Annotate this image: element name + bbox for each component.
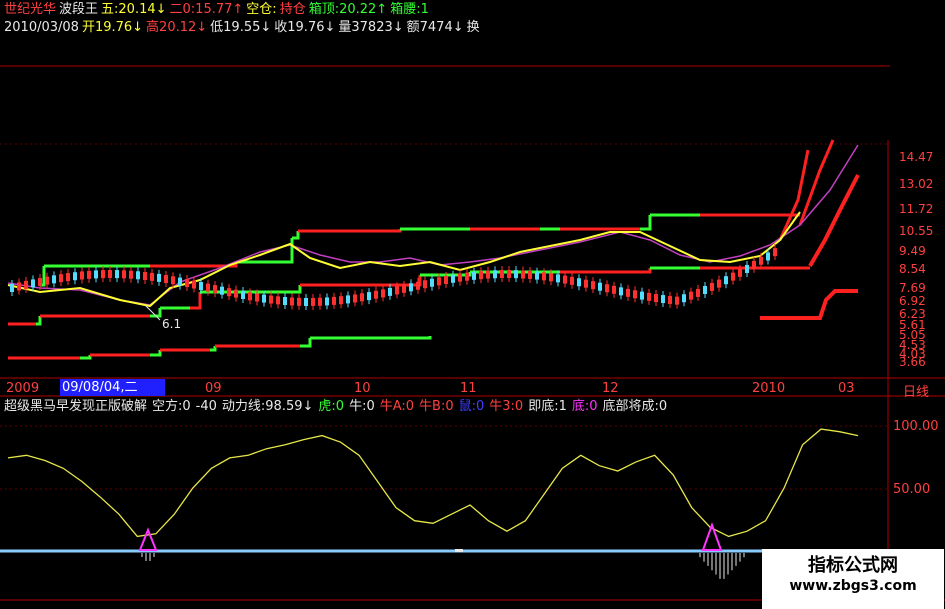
- support-line: [300, 338, 312, 348]
- price-tick: 8.54: [899, 262, 926, 276]
- date-tick: 10: [354, 381, 371, 396]
- indicator-item-10: 即底:1: [528, 399, 567, 414]
- box-bottom-line: [640, 268, 652, 274]
- baseline-dot: [455, 549, 463, 552]
- indicator-item-3: 动力线:98.59↓: [221, 399, 314, 414]
- price-tick: 11.72: [899, 202, 934, 216]
- box-top-line: [298, 229, 402, 233]
- date-tick: 11: [460, 381, 477, 396]
- period-label[interactable]: 日线: [903, 381, 929, 400]
- indicator-item-12: 底部将成:0: [602, 399, 668, 414]
- indicator-item-9: 牛3:0: [489, 399, 524, 414]
- price-tick: 13.02: [899, 177, 934, 191]
- watermark: 指标公式网 www.zbgs3.com: [762, 549, 944, 609]
- header2-item-1: 开19.76↓: [81, 20, 144, 35]
- header1-item-6: 箱顶:20.22↑: [308, 2, 388, 17]
- header1-item-5: 持仓: [279, 2, 306, 17]
- date-tick: 2009: [6, 381, 40, 396]
- header1-item-1: 波段王: [59, 2, 99, 17]
- low-marker-label: 6.1: [162, 317, 182, 331]
- date-tick: 2010: [752, 381, 786, 396]
- chart-canvas: [0, 65, 945, 609]
- right-rising-line-1: [808, 174, 860, 267]
- indicator-item-6: 牛A:0: [379, 399, 415, 414]
- low-marker-pointer: [144, 304, 161, 321]
- price-tick: 10.55: [899, 224, 934, 238]
- header2-item-7: 换: [466, 20, 480, 35]
- indicator-item-5: 牛:0: [349, 399, 375, 414]
- header1-item-0: 世纪光华: [4, 2, 57, 17]
- right-rising-line-3: [798, 139, 835, 226]
- box-bottom-line: [420, 272, 472, 277]
- price-tick: 9.49: [899, 244, 926, 258]
- box-bottom-line: [300, 275, 422, 287]
- price-tick: 3.66: [899, 355, 926, 369]
- header2-item-5: 量37823↓: [338, 20, 404, 35]
- ind-axis-50: 50.00: [893, 482, 931, 497]
- header2-item-4: 收19.76↓: [274, 20, 336, 35]
- date-tick: 12: [602, 381, 619, 396]
- header1-item-7: 箱腰:1: [390, 2, 429, 17]
- indicator-item-0: 超级黑马早发现正版破解: [4, 399, 148, 414]
- support-line: [150, 350, 162, 357]
- header2-item-0: 2010/03/08: [4, 20, 79, 35]
- indicator-item-1: 空方:0: [152, 399, 191, 414]
- indicator-item-8: 鼠:0: [458, 399, 485, 414]
- box-top-line: [292, 231, 300, 240]
- support-line: [210, 346, 217, 352]
- header1-item-2: 五:20.14↓: [101, 2, 167, 17]
- header1-item-4: 空仓:: [246, 2, 277, 17]
- right-rising-line-2: [778, 149, 810, 241]
- date-tick: 09: [205, 381, 222, 396]
- box-bottom-line: [36, 316, 42, 326]
- bottom-marker-1: [138, 527, 158, 551]
- hatch-1: [141, 553, 155, 561]
- header2-item-6: 额7474↓: [406, 20, 464, 35]
- indicator-item-2: -40: [195, 399, 217, 414]
- right-step-line: [760, 289, 858, 320]
- ind-axis-100: 100.00: [893, 419, 939, 434]
- price-tick: 7.69: [899, 281, 926, 295]
- date-tick: 03: [838, 381, 855, 396]
- support-line: [310, 336, 432, 340]
- watermark-title: 指标公式网: [808, 555, 898, 576]
- indicator-row: 超级黑马早发现正版破解 空方:0 -40 动力线:98.59↓ 虎:0 牛:0 牛A:0 牛B…: [4, 399, 672, 415]
- price-tick: 6.92: [899, 294, 926, 308]
- box-bottom-line: [190, 292, 202, 310]
- header2-item-2: 高20.12↓: [146, 20, 208, 35]
- header-row-2: 2010/03/08 开19.76↓ 高20.12↓ 低19.55↓ 收19.76↓ 量3…: [4, 20, 483, 36]
- indicator-item-7: 牛B:0: [419, 399, 454, 414]
- selected-date: 09/08/04,二: [60, 379, 165, 396]
- indicator-item-11: 底:0: [571, 399, 598, 414]
- power-line: [7, 428, 859, 538]
- header-row-1: 世纪光华 波段王 五:20.14↓ 二0:15.77↑ 空仓: 持仓 箱顶:20.22↑ 箱腰…: [4, 2, 432, 18]
- price-tick: 14.47: [899, 150, 934, 164]
- support-line: [80, 355, 92, 360]
- box-top-line: [640, 215, 652, 231]
- header2-item-3: 低19.55↓: [210, 20, 272, 35]
- header1-item-3: 二0:15.77↑: [169, 2, 244, 17]
- watermark-url: www.zbgs3.com: [789, 578, 917, 594]
- hatch-2: [699, 553, 745, 579]
- indicator-item-4: 虎:0: [318, 399, 345, 414]
